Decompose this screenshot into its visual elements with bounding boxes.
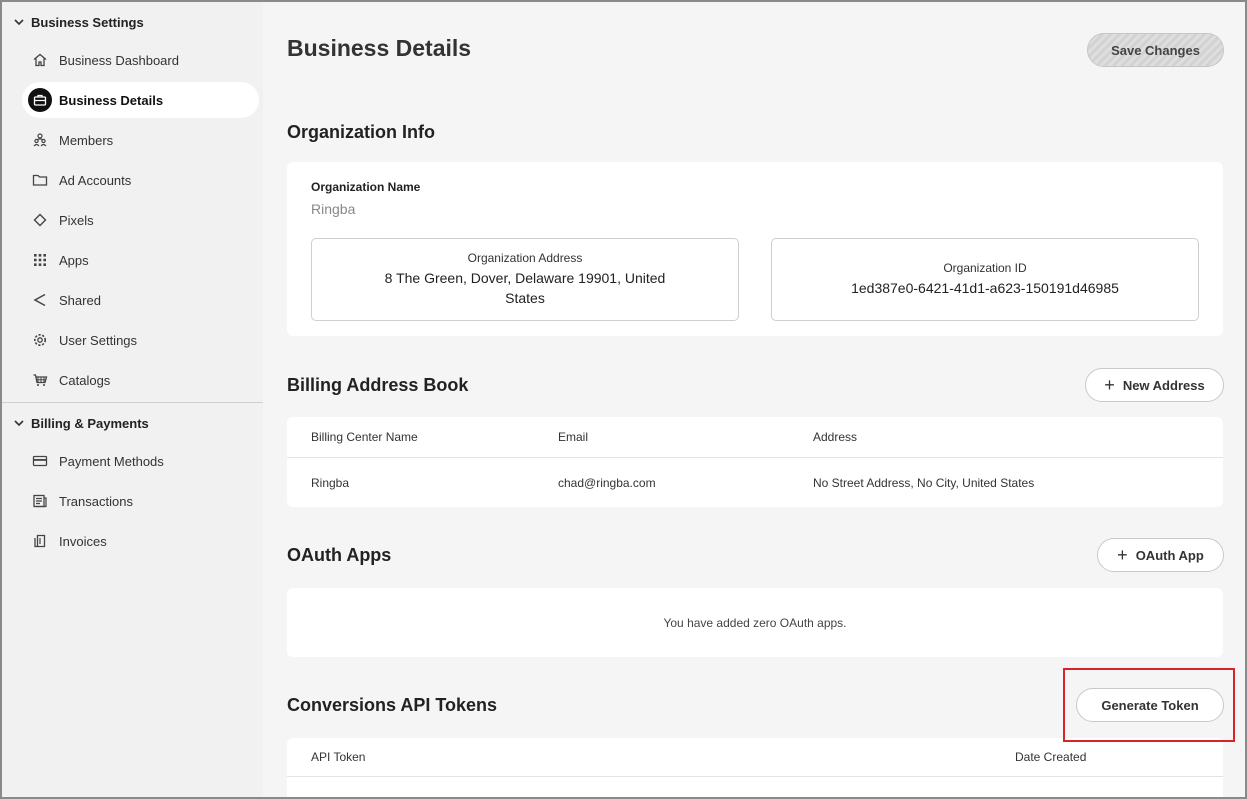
billing-table: Billing Center Name Email Address Ringba… — [287, 417, 1223, 507]
org-address-label: Organization Address — [467, 251, 583, 265]
table-divider — [287, 457, 1223, 458]
sidebar-item-transactions[interactable]: Transactions — [22, 483, 259, 519]
org-address-line1: 8 The Green, Dover, Delaware 19901, Unit… — [384, 270, 666, 286]
section-title-billing: Billing Address Book — [287, 375, 469, 395]
sidebar-item-business-details[interactable]: Business Details — [22, 82, 259, 118]
sidebar-item-label: Pixels — [59, 212, 94, 228]
oauth-apps-card: You have added zero OAuth apps. — [287, 588, 1223, 657]
table-divider — [287, 776, 1223, 777]
column-header: Billing Center Name — [311, 430, 418, 444]
sidebar-item-user-settings[interactable]: User Settings — [22, 322, 259, 358]
sidebar-item-pixels[interactable]: Pixels — [22, 202, 259, 238]
oauth-app-button[interactable]: + OAuth App — [1097, 538, 1224, 572]
sidebar-item-label: Ad Accounts — [59, 172, 132, 188]
sidebar-item-invoices[interactable]: Invoices — [22, 523, 259, 559]
gear-icon — [28, 328, 52, 352]
sidebar-item-business-dashboard[interactable]: Business Dashboard — [22, 42, 259, 78]
column-header: Address — [813, 430, 858, 444]
tokens-table: API Token Date Created — [287, 738, 1223, 797]
sidebar-item-label: User Settings — [59, 332, 138, 348]
sidebar-item-label: Shared — [59, 292, 101, 308]
org-id-box: Organization ID 1ed387e0-6421-41d1-a623-… — [771, 238, 1199, 321]
org-name-value: Ringba — [311, 201, 356, 217]
table-cell: No Street Address, No City, United State… — [813, 476, 1035, 490]
group-billing-payments[interactable]: Billing & Payments — [12, 412, 149, 434]
briefcase-icon — [28, 88, 52, 112]
group-title: Billing & Payments — [31, 415, 149, 431]
table-cell: Ringba — [311, 476, 350, 490]
sidebar-item-label: Apps — [59, 252, 89, 268]
sidebar-item-ad-accounts[interactable]: Ad Accounts — [22, 162, 259, 198]
save-changes-button[interactable]: Save Changes — [1087, 33, 1224, 67]
column-header: Email — [558, 430, 589, 444]
members-icon — [28, 128, 52, 152]
org-address-box: Organization Address 8 The Green, Dover,… — [311, 238, 739, 321]
invoice-icon — [28, 529, 52, 553]
sidebar-item-label: Business Details — [59, 92, 164, 108]
home-icon — [28, 48, 52, 72]
share-icon — [28, 288, 52, 312]
section-title-tokens: Conversions API Tokens — [287, 695, 498, 715]
plus-icon: + — [1104, 375, 1115, 395]
org-address-line2: States — [505, 290, 545, 306]
org-address-value: 8 The Green, Dover, Delaware 19901, Unit… — [385, 268, 666, 308]
diamond-icon — [28, 208, 52, 232]
oauth-app-label: OAuth App — [1135, 547, 1204, 563]
sidebar-item-catalogs[interactable]: Catalogs — [22, 362, 259, 398]
card-icon — [28, 449, 52, 473]
receipt-icon — [28, 489, 52, 513]
sidebar-item-label: Invoices — [59, 533, 107, 549]
sidebar-item-label: Members — [59, 132, 114, 148]
sidebar-item-label: Catalogs — [59, 372, 111, 388]
column-header: Date Created — [1015, 750, 1087, 764]
cart-icon — [28, 368, 52, 392]
new-address-button[interactable]: + New Address — [1085, 368, 1224, 402]
sidebar-divider — [2, 402, 263, 403]
org-id-value: 1ed387e0-6421-41d1-a623-150191d46985 — [851, 280, 1119, 296]
column-header: API Token — [311, 750, 366, 764]
app-window: Business Settings Business Dashboard Bus… — [0, 0, 1247, 799]
sidebar: Business Settings Business Dashboard Bus… — [2, 2, 263, 797]
highlight-box — [1063, 668, 1235, 742]
sidebar-item-shared[interactable]: Shared — [22, 282, 259, 318]
sidebar-item-apps[interactable]: Apps — [22, 242, 259, 278]
sidebar-item-label: Business Dashboard — [59, 52, 179, 68]
section-title-oauth: OAuth Apps — [287, 545, 392, 565]
org-name-label: Organization Name — [311, 180, 421, 194]
grid-icon — [28, 248, 52, 272]
group-title: Business Settings — [31, 14, 144, 30]
folder-icon — [28, 168, 52, 192]
sidebar-item-label: Transactions — [59, 493, 133, 509]
section-title-org-info: Organization Info — [287, 122, 435, 142]
oauth-empty-text: You have added zero OAuth apps. — [663, 616, 847, 630]
chevron-down-icon — [14, 19, 24, 26]
org-id-label: Organization ID — [943, 261, 1027, 275]
new-address-label: New Address — [1122, 377, 1205, 393]
table-cell: chad@ringba.com — [558, 476, 656, 490]
group-business-settings[interactable]: Business Settings — [12, 11, 144, 33]
sidebar-item-members[interactable]: Members — [22, 122, 259, 158]
sidebar-item-label: Payment Methods — [59, 453, 164, 469]
sidebar-item-payment-methods[interactable]: Payment Methods — [22, 443, 259, 479]
org-info-card: Organization Name Ringba Organization Ad… — [287, 162, 1223, 336]
chevron-down-icon — [14, 420, 24, 427]
plus-icon: + — [1117, 545, 1128, 565]
page-title: Business Details — [287, 35, 472, 61]
